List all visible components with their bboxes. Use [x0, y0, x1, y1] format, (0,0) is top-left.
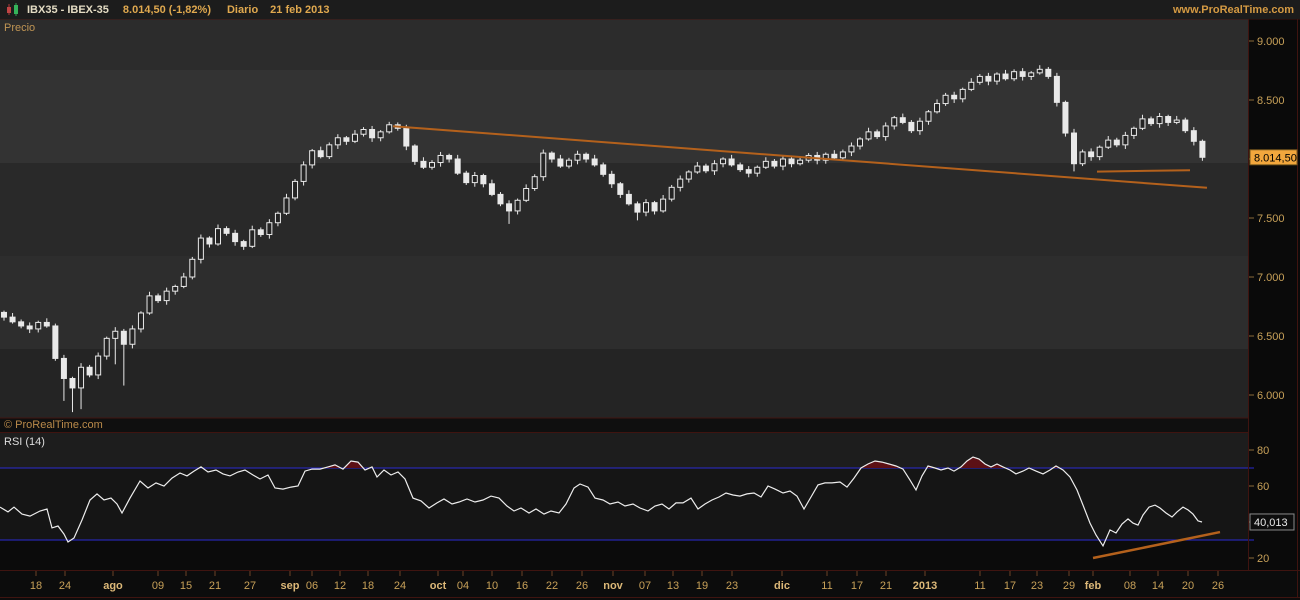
instrument-title: IBX35 - IBEX-35: [27, 3, 109, 16]
time-axis-label: 23: [726, 580, 738, 592]
rsi-band: [0, 540, 1248, 571]
time-axis-label: 27: [244, 580, 256, 592]
candle: [1062, 100, 1069, 137]
time-axis-label: 2013: [913, 580, 937, 592]
candle: [531, 174, 538, 191]
chart-band: [0, 19, 1248, 70]
candle: [189, 256, 196, 280]
candle: [942, 92, 949, 106]
candle: [1182, 117, 1189, 134]
time-axis-label: oct: [430, 580, 447, 592]
website-link[interactable]: www.ProRealTime.com: [1173, 4, 1294, 16]
copyright-strip: [0, 418, 1248, 433]
chart-canvas[interactable]: 9.0008.5008.0007.5007.0006.5006.0008.014…: [0, 0, 1300, 600]
chart-band: [0, 349, 1248, 418]
time-axis-label: feb: [1085, 580, 1102, 592]
rsi-tick-label: 20: [1257, 553, 1269, 565]
timeframe-label: Diario: [226, 3, 259, 16]
time-axis-label: 26: [1212, 580, 1224, 592]
chart-band: [0, 256, 1248, 349]
time-axis-label: 21: [209, 580, 221, 592]
rsi-band: [0, 433, 1248, 468]
time-axis-label: 11: [821, 580, 832, 592]
time-axis-label: 18: [30, 580, 42, 592]
time-axis-label: 20: [1182, 580, 1194, 592]
price-tick-label: 9.000: [1257, 36, 1285, 48]
title-bar: IBX35 - IBEX-35 8.014,50 (-1,82%) Diario…: [0, 0, 1300, 19]
time-axis-label: ago: [103, 580, 123, 592]
time-axis-label: 26: [576, 580, 588, 592]
candle: [403, 124, 410, 151]
price-tick-label: 8.500: [1257, 95, 1285, 107]
last-price-label-text: 8.014,50: [1254, 152, 1297, 164]
date-label: 21 feb 2013: [270, 3, 330, 16]
candle: [1053, 72, 1060, 107]
time-axis-label: 06: [306, 580, 318, 592]
time-axis-label: 12: [334, 580, 346, 592]
candle: [95, 352, 102, 380]
candle: [1079, 149, 1086, 167]
candle: [600, 162, 607, 177]
time-axis-label: 21: [880, 580, 892, 592]
time-axis-label: 11: [974, 580, 985, 592]
time-axis-label: 17: [1004, 580, 1016, 592]
time-axis-label: 10: [486, 580, 498, 592]
time-axis-label: 24: [59, 580, 71, 592]
price-tick-label: 6.500: [1257, 331, 1285, 343]
time-axis-label: 16: [516, 580, 528, 592]
time-axis-label: dic: [774, 580, 790, 592]
candlestick-icon: [6, 3, 20, 16]
candle: [103, 336, 110, 360]
time-axis-label: 08: [1124, 580, 1136, 592]
price-tick-label: 6.000: [1257, 390, 1285, 402]
candle: [292, 179, 299, 201]
candle: [497, 192, 504, 207]
time-axis-label: 18: [362, 580, 374, 592]
candle: [52, 323, 59, 361]
time-axis-label: nov: [603, 580, 623, 592]
candle: [1199, 139, 1206, 161]
time-axis-label: 22: [546, 580, 558, 592]
rsi-value-label-text: 40,013: [1254, 517, 1288, 529]
chart-band: [0, 70, 1248, 163]
rsi-tick-label: 80: [1257, 445, 1269, 457]
price-tick-label: 7.000: [1257, 272, 1285, 284]
copyright: © ProRealTime.com: [4, 419, 103, 431]
price-panel-label: Precio: [4, 22, 36, 34]
candle: [197, 234, 204, 264]
price-tick-label: 7.500: [1257, 213, 1285, 225]
time-axis-label: 24: [394, 580, 406, 592]
rsi-band: [0, 468, 1248, 540]
time-axis-label: 29: [1063, 580, 1075, 592]
candle: [668, 184, 675, 202]
rsi-tick-label: 60: [1257, 481, 1269, 493]
time-axis-label: sep: [281, 580, 300, 592]
candle: [463, 170, 470, 185]
rsi-panel-label: RSI (14): [4, 436, 45, 448]
candle: [540, 149, 547, 181]
trendline-horizontal-support[interactable]: [1096, 169, 1191, 173]
candle: [908, 120, 915, 134]
candle: [326, 142, 333, 159]
last-price-change: 8.014,50 (-1,82%): [122, 3, 211, 16]
time-axis-label: 19: [696, 580, 708, 592]
candle: [137, 311, 144, 333]
time-axis-label: 04: [457, 580, 469, 592]
time-axis-label: 15: [180, 580, 192, 592]
candle: [411, 144, 418, 165]
prorealtime-chart-window: 9.0008.5008.0007.5007.0006.5006.0008.014…: [0, 0, 1300, 600]
time-axis-label: 13: [667, 580, 679, 592]
time-axis-label: 14: [1152, 580, 1164, 592]
time-axis-label: 09: [152, 580, 164, 592]
time-axis-label: 17: [851, 580, 863, 592]
time-axis-label: 07: [639, 580, 651, 592]
time-axis-label: 23: [1031, 580, 1043, 592]
